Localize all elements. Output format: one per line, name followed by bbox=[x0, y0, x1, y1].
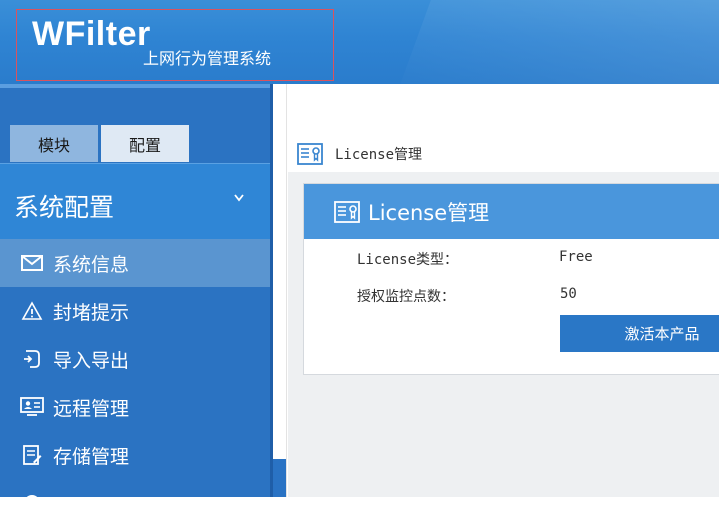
breadcrumb: License管理 bbox=[297, 141, 422, 167]
section-header-system-config[interactable]: 系统配置 bbox=[0, 163, 270, 239]
license-panel-header: License管理 bbox=[304, 184, 719, 239]
activate-product-button[interactable]: 激活本产品 bbox=[560, 315, 719, 352]
import-export-icon bbox=[20, 347, 44, 371]
tab-modules[interactable]: 模块 bbox=[10, 125, 98, 162]
sidebar-scrollbar-thumb[interactable] bbox=[273, 459, 286, 497]
sidebar-scrollbar-track[interactable] bbox=[273, 84, 287, 497]
sidebar-item-remote-management[interactable]: 远程管理 bbox=[0, 383, 270, 431]
monitor-user-icon bbox=[20, 395, 44, 419]
sidebar-item-storage-management[interactable]: 存储管理 bbox=[0, 431, 270, 479]
license-icon bbox=[297, 143, 323, 165]
sidebar-item-label: 系统信息 bbox=[53, 253, 130, 276]
chevron-down-icon[interactable] bbox=[234, 190, 244, 206]
header-decoration bbox=[394, 0, 719, 84]
warning-icon bbox=[20, 299, 44, 323]
sidebar-top-strip bbox=[0, 84, 272, 88]
sidebar-item-system-info[interactable]: 系统信息 bbox=[0, 239, 270, 287]
section-title: 系统配置 bbox=[14, 193, 115, 222]
license-type-value: Free bbox=[559, 249, 593, 265]
sidebar-item-block-notice[interactable]: 封堵提示 bbox=[0, 287, 270, 335]
logo-title[interactable]: WFilter bbox=[32, 15, 151, 54]
settings-icon bbox=[20, 491, 44, 515]
sidebar-item-import-export[interactable]: 导入导出 bbox=[0, 335, 270, 383]
sidebar-item-label: 存储管理 bbox=[53, 445, 130, 468]
licensed-points-value: 50 bbox=[560, 286, 577, 302]
licensed-points-label: 授权监控点数： bbox=[357, 289, 455, 305]
sidebar-item-label: 封堵提示 bbox=[53, 301, 130, 324]
logo-subtitle: 上网行为管理系统 bbox=[143, 49, 272, 68]
sidebar-item-label: 远程管理 bbox=[53, 397, 130, 420]
storage-edit-icon bbox=[20, 443, 44, 467]
panel-title: License管理 bbox=[368, 200, 490, 225]
envelope-icon bbox=[20, 251, 44, 275]
sidebar-item-label: 导入导出 bbox=[53, 349, 130, 372]
breadcrumb-label: License管理 bbox=[335, 147, 423, 163]
license-icon bbox=[334, 200, 360, 223]
sidebar-item-settings[interactable] bbox=[0, 479, 270, 527]
tab-config[interactable]: 配置 bbox=[101, 125, 189, 162]
license-type-label: License类型： bbox=[357, 252, 459, 268]
